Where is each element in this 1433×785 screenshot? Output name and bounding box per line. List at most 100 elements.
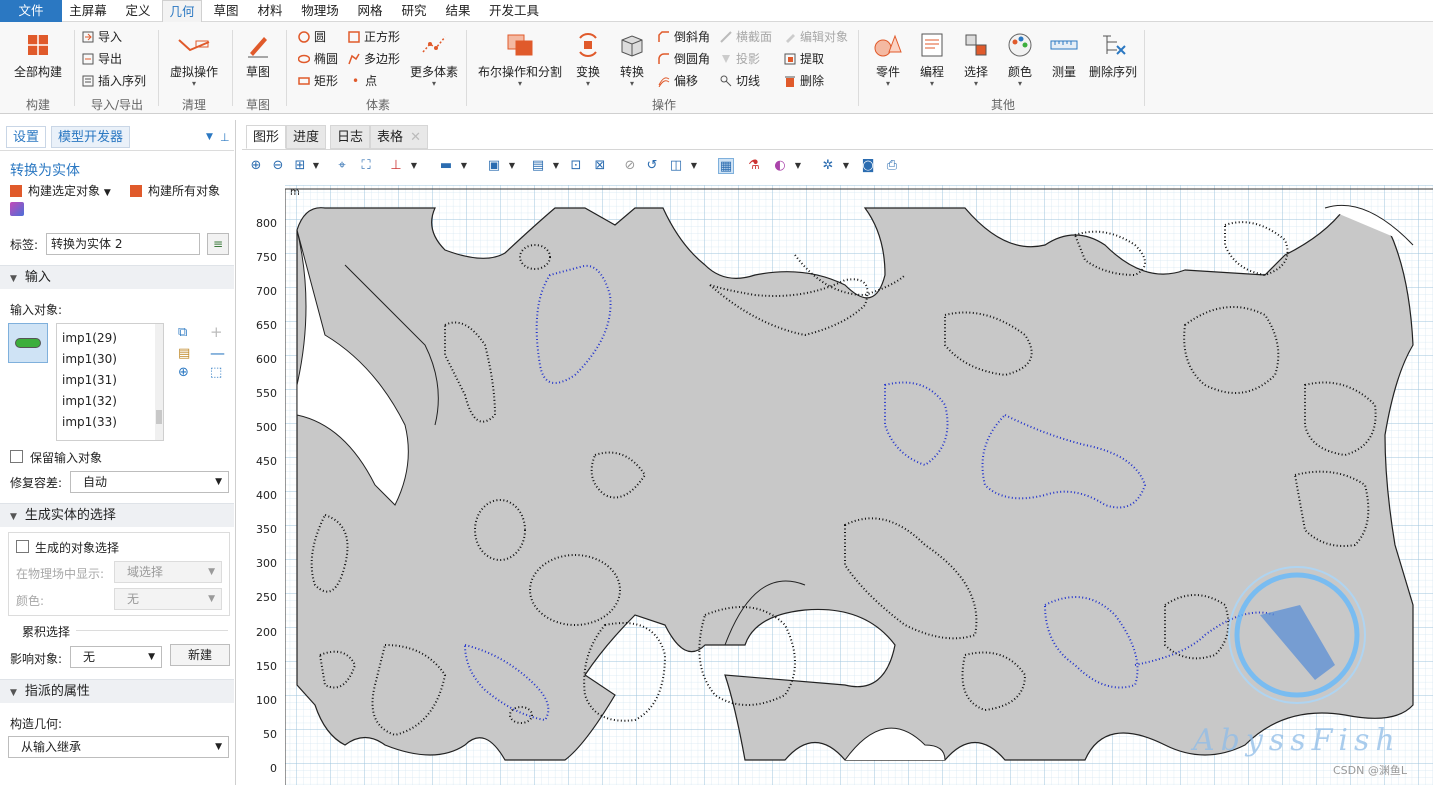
grid-toggle-icon[interactable]: ▦ [718,158,734,174]
hide-icon[interactable]: ⊘ [622,158,638,174]
point-button[interactable]: • 点 [352,72,377,90]
programming-button[interactable]: 编程 ▾ [912,32,952,88]
clear-selection-icon[interactable]: ⬚ [210,365,222,380]
virtual-operations-button[interactable]: 虚拟操作 ▾ [164,32,224,88]
graphics-icon[interactable] [10,202,24,216]
colors-button[interactable]: 颜色 ▾ [1000,32,1040,88]
insert-sequence-button[interactable]: 插入序列 [82,72,146,90]
list-item[interactable]: imp1(33) [62,412,117,433]
chevron-down-icon[interactable]: ▼ [790,158,806,174]
section-assigned-attributes[interactable]: ▼ 指派的属性 [0,679,234,703]
section-selections[interactable]: ▼ 生成实体的选择 [0,503,234,527]
menu-sketch[interactable]: 草图 [206,0,246,22]
axis-orientation-icon[interactable]: ⊥ [388,158,404,174]
polygon-button[interactable]: 多边形 [348,50,400,68]
construction-geometry-select[interactable]: 从输入继承 ▼ [8,736,229,758]
keep-input-checkbox[interactable] [10,450,23,463]
contribute-to-select[interactable]: 无 ▼ [70,646,162,668]
list-item[interactable]: imp1(29) [62,328,117,349]
chamfer-button[interactable]: 倒斜角 [658,28,710,46]
geometry-canvas[interactable]: AbyssFish CSDN @渊鱼L [285,185,1433,785]
delete-button[interactable]: 删除 [784,72,824,90]
active-toggle[interactable] [8,323,48,363]
transforms-button[interactable]: 变换 ▾ [570,32,606,88]
chevron-down-icon[interactable]: ▼ [548,158,564,174]
measure-button[interactable]: 测量 [1044,32,1084,80]
rectangle-button[interactable]: 矩形 [298,72,338,90]
menu-results[interactable]: 结果 [438,0,478,22]
scene-light-icon[interactable]: ⚗ [746,158,762,174]
remove-icon[interactable]: — [210,344,225,362]
tab-progress[interactable]: 进度 [286,125,327,149]
chevron-down-icon[interactable]: ▼ [456,158,472,174]
tangent-button[interactable]: 切线 [720,72,760,90]
fillet-button[interactable]: 倒圆角 [658,50,710,68]
panel-menu-icon[interactable]: ▼ [206,132,213,142]
reset-hiding-icon[interactable]: ↺ [644,158,660,174]
zoom-out-icon[interactable]: ⊖ [270,158,286,174]
chevron-down-icon[interactable]: ▼ [308,158,324,174]
camera-settings-icon[interactable]: ✲ [820,158,836,174]
menu-file[interactable]: 文件 [0,0,62,22]
menu-developer[interactable]: 开发工具 [484,0,544,22]
more-primitives-button[interactable]: 更多体素 ▾ [408,32,460,88]
export-button[interactable]: 导出 [82,50,122,68]
select-objects-icon[interactable]: ▣ [486,158,502,174]
repair-tolerance-select[interactable]: 自动 ▼ [70,471,229,493]
tab-settings[interactable]: 设置 [6,126,47,148]
chevron-down-icon[interactable]: ▼ [686,158,702,174]
show-in-physics-select[interactable]: 域选择 ▼ [114,561,222,583]
list-scrollbar[interactable] [155,324,163,440]
rendering-icon[interactable]: ▬ [438,158,454,174]
extract-button[interactable]: 提取 [784,50,824,68]
label-edit-icon[interactable]: ≡ [207,233,229,255]
list-item[interactable]: imp1(30) [62,349,117,370]
tab-model-builder[interactable]: 模型开发器 [51,126,131,148]
new-button[interactable]: 新建 [170,644,230,666]
menu-definitions[interactable]: 定义 [118,0,158,22]
menu-geometry[interactable]: 几何 [162,0,202,22]
zoom-in-icon[interactable]: ⊕ [248,158,264,174]
selections-button[interactable]: 选择 ▾ [956,32,996,88]
camera-icon[interactable]: ◙ [860,158,876,174]
zoom-box-icon[interactable]: ⊞ [292,158,308,174]
list-item[interactable]: imp1(32) [62,391,117,412]
tab-log[interactable]: 日志 [330,125,371,149]
close-icon[interactable]: ✕ [410,126,421,150]
resulting-object-selection-checkbox[interactable] [16,540,29,553]
menu-physics[interactable]: 物理场 [296,0,344,22]
color-select[interactable]: 无 ▼ [114,588,222,610]
list-item[interactable]: imp1(31) [62,370,117,391]
chevron-down-icon[interactable]: ▼ [504,158,520,174]
tab-graphics[interactable]: 图形 [246,125,287,149]
select-boundaries-icon[interactable]: ▤ [530,158,546,174]
paste-icon[interactable]: ▤ [178,346,190,361]
view-icon[interactable]: ◫ [668,158,684,174]
conversions-button[interactable]: 转换 ▾ [614,32,650,88]
menu-home[interactable]: 主屏幕 [66,0,110,22]
input-objects-list[interactable]: imp1(29) imp1(30) imp1(31) imp1(32) imp1… [56,323,164,441]
offset-button[interactable]: 偏移 [658,72,698,90]
delete-sequence-button[interactable]: 删除序列 [1088,32,1138,80]
build-all-objects-button[interactable]: 构建所有对象 [130,182,220,199]
label-field[interactable]: 转换为实体 2 [46,233,200,255]
print-icon[interactable]: ⎙ [884,158,900,174]
edit-object-button[interactable]: 编辑对象 [784,28,848,46]
zoom-selected-icon[interactable]: ⊕ [178,365,189,380]
menu-mesh[interactable]: 网格 [350,0,390,22]
sketch-button[interactable]: 草图 [238,32,278,80]
build-selected-button[interactable]: 构建选定对象 ▼ [10,182,111,199]
menu-materials[interactable]: 材料 [250,0,290,22]
projection-button[interactable]: 投影 [720,50,760,68]
copy-icon[interactable]: ⧉ [178,325,187,340]
circle-button[interactable]: 圆 [298,28,326,46]
center-icon[interactable]: ⌖ [334,158,350,174]
section-input[interactable]: ▼ 输入 [0,265,234,289]
boolean-partition-button[interactable]: 布尔操作和分割 ▾ [474,32,566,88]
chevron-down-icon[interactable]: ▼ [838,158,854,174]
build-all-button[interactable]: 全部构建 [10,32,66,80]
pin-icon[interactable]: ⊥ [220,131,230,144]
add-icon[interactable]: + [210,323,223,341]
parts-button[interactable]: 零件 ▾ [868,32,908,88]
menu-study[interactable]: 研究 [394,0,434,22]
